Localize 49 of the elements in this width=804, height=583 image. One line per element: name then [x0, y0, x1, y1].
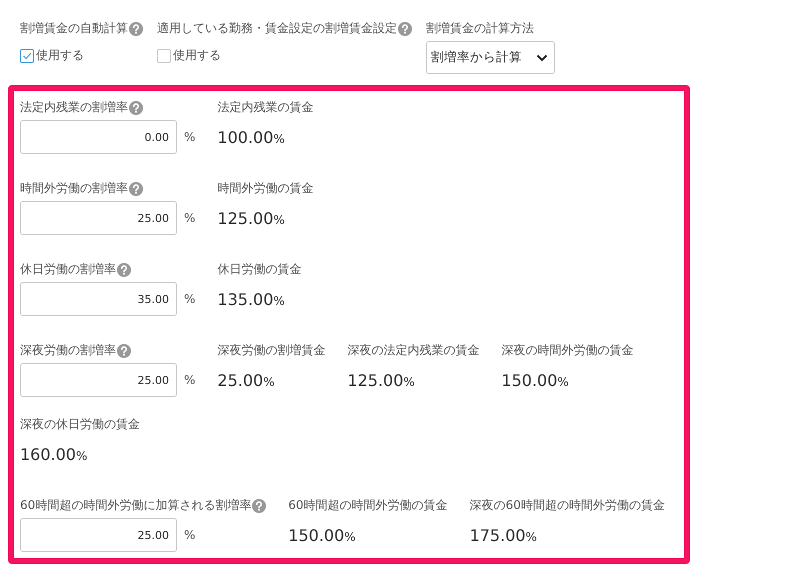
wage-value: 135.00%: [217, 290, 285, 308]
wage-value: 125.00%: [217, 208, 285, 228]
percent-unit: %: [184, 211, 196, 225]
setting-label: 割増賃金の自動計算: [20, 20, 128, 37]
percent-unit: %: [184, 292, 196, 306]
wage-value: 25.00%: [217, 370, 275, 390]
rate-label: 深夜労働の割増率: [20, 342, 116, 359]
rate-input[interactable]: 25.00: [20, 363, 177, 397]
checkbox[interactable]: [20, 48, 34, 62]
setting-label: 割増賃金の計算方法: [426, 20, 534, 37]
rate-label: 休日労働の割増率: [20, 261, 116, 278]
checkbox-label[interactable]: 使用する: [173, 47, 221, 64]
help-icon[interactable]: [117, 262, 131, 276]
wage-value: 100.00%: [217, 128, 285, 146]
wage-value: 150.00%: [501, 370, 569, 390]
help-icon[interactable]: [129, 100, 143, 114]
wage-label: 深夜の60時間超の時間外労働の賃金: [470, 497, 665, 514]
help-icon[interactable]: [252, 498, 266, 512]
wage-label: 60時間超の時間外労働の賃金: [288, 497, 448, 514]
wage-label: 休日労働の賃金: [217, 261, 302, 278]
wage-value: 125.00%: [347, 370, 415, 390]
help-icon[interactable]: [117, 344, 131, 358]
rate-label: 法定内残業の割増率: [20, 99, 128, 116]
percent-unit: %: [184, 130, 196, 144]
rate-input[interactable]: 0.00: [20, 120, 177, 154]
method-select[interactable]: 割増率から計算: [426, 41, 555, 74]
rate-label: 時間外労働の割増率: [20, 180, 128, 197]
wage-label: 法定内残業の賃金: [217, 99, 314, 116]
checkbox[interactable]: [157, 48, 171, 62]
help-icon[interactable]: [398, 22, 412, 36]
wage-value: 175.00%: [470, 526, 537, 544]
wage-value: 150.00%: [288, 526, 356, 544]
rate-label: 60時間超の時間外労働に加算される割増率: [20, 497, 252, 514]
chevron-down-icon: [536, 54, 548, 62]
wage-label: 深夜の時間外労働の賃金: [501, 342, 634, 359]
wage-value: 160.00%: [20, 444, 88, 464]
percent-unit: %: [184, 373, 196, 387]
percent-unit: %: [184, 528, 196, 542]
rate-input[interactable]: 25.00: [20, 518, 177, 552]
wage-label: 時間外労働の賃金: [217, 180, 314, 197]
wage-label: 深夜の休日労働の賃金: [20, 416, 140, 433]
setting-label: 適用している勤務・賃金設定の割増賃金設定: [157, 20, 397, 37]
rate-input[interactable]: 25.00: [20, 201, 177, 235]
checkbox-label[interactable]: 使用する: [36, 47, 84, 64]
help-icon[interactable]: [129, 182, 143, 196]
rate-input[interactable]: 35.00: [20, 282, 177, 316]
wage-label: 深夜の法定内残業の賃金: [347, 342, 480, 359]
help-icon[interactable]: [129, 22, 143, 36]
wage-label: 深夜労働の割増賃金: [217, 342, 326, 359]
